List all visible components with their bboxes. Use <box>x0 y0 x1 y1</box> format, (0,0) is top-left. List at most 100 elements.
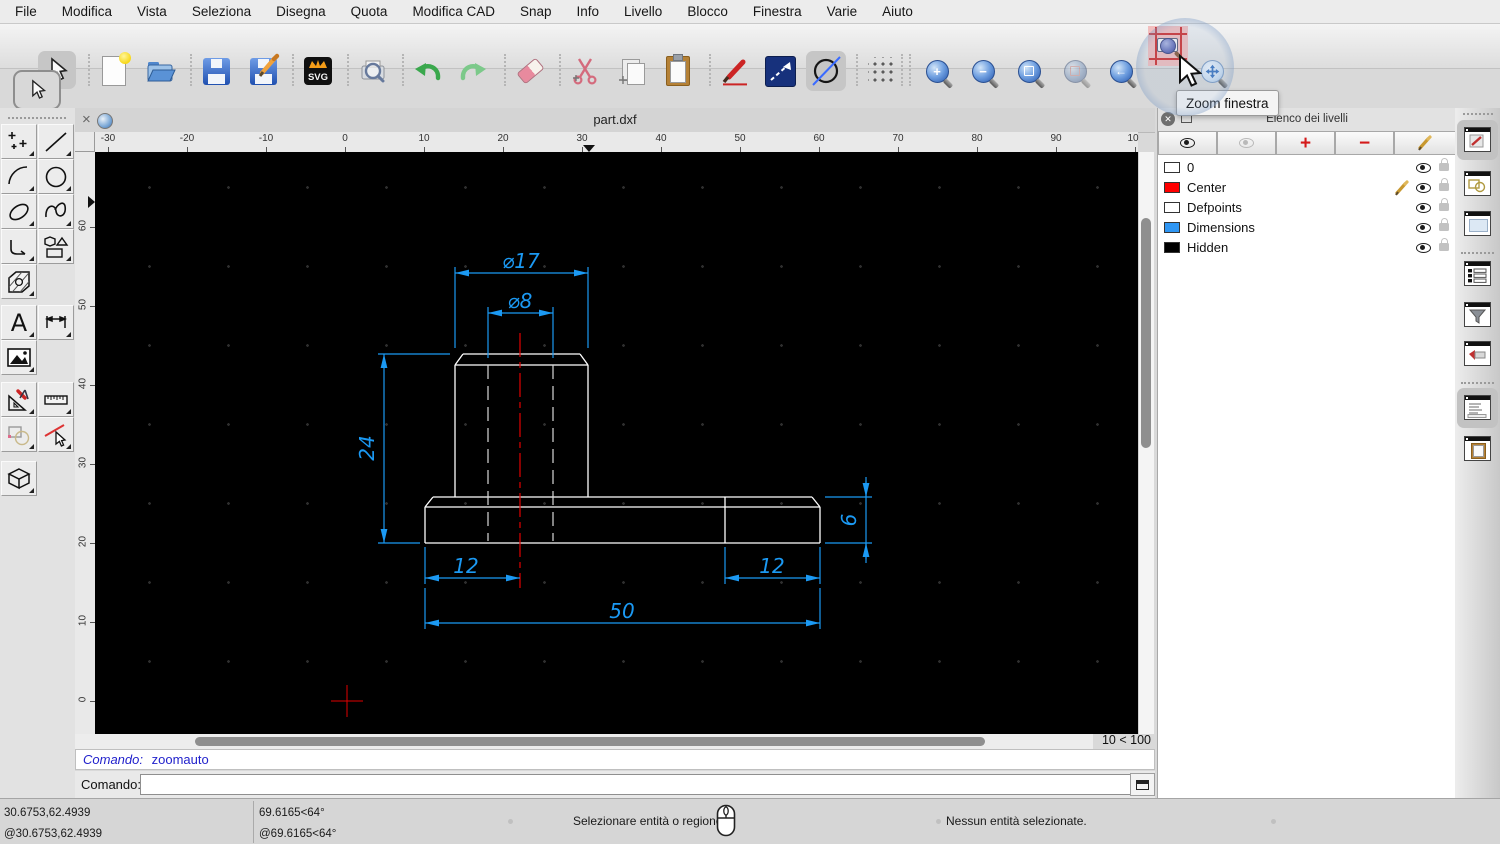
eye-icon[interactable] <box>1416 243 1431 253</box>
layer-row-defpoints[interactable]: Defpoints <box>1158 198 1456 218</box>
layer-color-swatch[interactable] <box>1164 242 1180 253</box>
dock-drag-handle[interactable] <box>1463 113 1493 115</box>
menu-livello[interactable]: Livello <box>624 4 662 19</box>
status-bar: 30.6753,62.4939 @30.6753,62.4939 69.6165… <box>0 798 1500 844</box>
copy-button[interactable] <box>614 53 650 89</box>
ruler-icon <box>44 394 68 405</box>
menu-modifica-cad[interactable]: Modifica CAD <box>412 4 495 19</box>
view-3d-tool-button[interactable] <box>1 461 37 496</box>
menu-seleziona[interactable]: Seleziona <box>192 4 251 19</box>
dock-library-browser-button[interactable] <box>1464 211 1491 236</box>
measure-tool-button[interactable] <box>38 382 74 417</box>
vertical-scrollbar-thumb[interactable] <box>1141 218 1151 448</box>
menu-file[interactable]: File <box>15 4 37 19</box>
new-document-button[interactable] <box>96 52 132 89</box>
text-tool-button[interactable]: A <box>1 305 37 340</box>
text-icon: A <box>11 310 28 336</box>
dock-command-line-button[interactable] <box>1464 395 1491 420</box>
layer-row-center[interactable]: Center <box>1158 178 1456 198</box>
menu-finestra[interactable]: Finestra <box>753 4 802 19</box>
zoom-out-button[interactable]: − <box>965 53 1001 89</box>
dock-block-list-button[interactable] <box>1464 171 1491 196</box>
lock-icon[interactable] <box>1439 238 1449 251</box>
save-button[interactable] <box>198 53 234 89</box>
menu-vista[interactable]: Vista <box>137 4 167 19</box>
save-as-button[interactable] <box>245 53 281 89</box>
ellipse-tool-button[interactable] <box>1 194 37 229</box>
menu-blocco[interactable]: Blocco <box>687 4 728 19</box>
dock-filter-button[interactable] <box>1464 302 1491 327</box>
block-tool-button[interactable] <box>1 417 37 452</box>
grid-toggle-button[interactable] <box>864 53 900 89</box>
paste-button[interactable] <box>660 53 696 89</box>
menu-modifica[interactable]: Modifica <box>62 4 112 19</box>
eye-icon[interactable] <box>1416 183 1431 193</box>
layer-color-swatch[interactable] <box>1164 182 1180 193</box>
zoom-auto-button[interactable] <box>1011 53 1047 89</box>
print-preview-button[interactable] <box>355 53 391 89</box>
lock-icon[interactable] <box>1439 178 1449 191</box>
remove-layer-button[interactable]: − <box>1335 131 1394 155</box>
spline-tool-button[interactable] <box>38 194 74 229</box>
line-tool-button[interactable] <box>38 124 74 159</box>
layer-color-swatch[interactable] <box>1164 222 1180 233</box>
arc-tool-button[interactable] <box>1 159 37 194</box>
polyline-tool-button[interactable] <box>1 229 37 264</box>
layer-row-dimensions[interactable]: Dimensions <box>1158 218 1456 238</box>
menu-info[interactable]: Info <box>577 4 600 19</box>
layer-color-swatch[interactable] <box>1164 202 1180 213</box>
select-entity-tool-button[interactable] <box>38 417 74 452</box>
command-input[interactable] <box>140 774 1135 795</box>
menu-disegna[interactable]: Disegna <box>276 4 326 19</box>
menu-aiuto[interactable]: Aiuto <box>882 4 913 19</box>
layer-row-0[interactable]: 0 <box>1158 158 1456 178</box>
horizontal-scrollbar[interactable] <box>75 734 1093 749</box>
command-detach-button[interactable] <box>1130 773 1155 796</box>
attributes-pen-button[interactable] <box>717 53 753 89</box>
layer-color-swatch[interactable] <box>1164 162 1180 173</box>
modify-tool-button[interactable] <box>1 382 37 417</box>
lock-icon[interactable] <box>1439 198 1449 211</box>
vertical-scrollbar[interactable] <box>1138 152 1154 734</box>
circle-tool-button[interactable] <box>38 159 74 194</box>
redo-button[interactable] <box>455 53 491 89</box>
eye-icon[interactable] <box>1416 163 1431 173</box>
part-outline[interactable] <box>424 353 821 544</box>
save-icon <box>202 57 230 85</box>
construction-circle-button[interactable] <box>806 51 846 91</box>
layer-row-hidden[interactable]: Hidden <box>1158 238 1456 258</box>
image-tool-button[interactable] <box>1 340 37 375</box>
dock-layer-list-button[interactable] <box>1464 261 1491 286</box>
cut-button[interactable] <box>567 53 603 89</box>
eye-icon[interactable] <box>1416 223 1431 233</box>
selection-pointer-button[interactable] <box>13 70 61 110</box>
svg-export-button[interactable]: SVG <box>300 53 336 89</box>
lock-icon[interactable] <box>1439 218 1449 231</box>
lock-icon[interactable] <box>1439 158 1449 171</box>
eye-icon[interactable] <box>1416 203 1431 213</box>
points-tool-button[interactable] <box>1 124 37 159</box>
hatch-tool-button[interactable] <box>1 264 37 299</box>
zoom-previous-button[interactable]: ← <box>1103 53 1139 89</box>
dock-property-editor-button[interactable] <box>1464 127 1491 152</box>
zoom-in-button[interactable]: + <box>919 53 955 89</box>
dimension-lines[interactable] <box>378 267 872 629</box>
delete-button[interactable] <box>512 53 548 89</box>
add-layer-button[interactable]: + <box>1276 131 1335 155</box>
hide-all-layers-button[interactable] <box>1217 131 1276 155</box>
show-all-layers-button[interactable] <box>1158 131 1217 155</box>
menu-snap[interactable]: Snap <box>520 4 552 19</box>
horizontal-scrollbar-thumb[interactable] <box>195 737 985 746</box>
line-attributes-button[interactable] <box>762 53 798 89</box>
shapes-tool-button[interactable] <box>38 229 74 264</box>
dock-selection-info-button[interactable] <box>1464 341 1491 366</box>
menu-quota[interactable]: Quota <box>351 4 388 19</box>
palette-drag-handle[interactable] <box>8 117 66 119</box>
dock-clipboard-button[interactable] <box>1464 436 1491 461</box>
edit-layer-button[interactable] <box>1394 131 1456 155</box>
undo-button[interactable] <box>410 53 446 89</box>
save-as-icon <box>249 53 279 85</box>
menu-varie[interactable]: Varie <box>827 4 858 19</box>
open-file-button[interactable] <box>143 53 179 89</box>
dimension-tool-button[interactable] <box>38 305 74 340</box>
